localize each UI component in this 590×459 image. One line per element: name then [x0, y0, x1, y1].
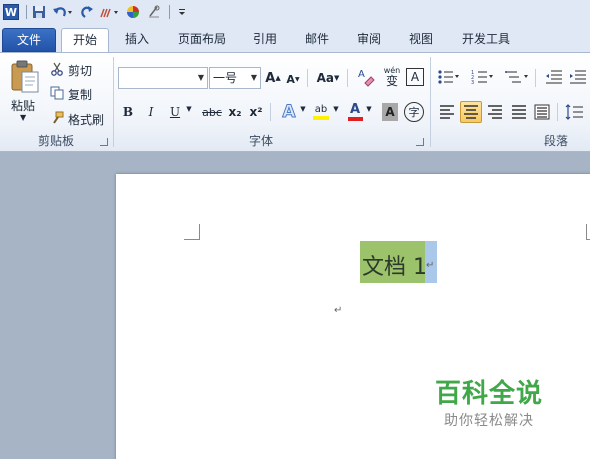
decrease-indent-icon[interactable]	[545, 67, 563, 87]
scissors-icon[interactable]	[50, 62, 64, 76]
font-size-dropdown-icon[interactable]: ▼	[251, 68, 257, 88]
group-separator	[347, 69, 348, 87]
multilevel-list-icon[interactable]	[505, 67, 529, 87]
paragraph-mark: ↵	[426, 260, 435, 271]
undo-icon[interactable]	[51, 3, 75, 21]
justify-icon[interactable]	[509, 102, 529, 122]
group-separator	[557, 103, 558, 121]
watermark-slogan: 助你轻松解决	[444, 413, 534, 429]
strikethrough-icon[interactable]: abc	[201, 103, 223, 121]
tab-developer[interactable]: 开发工具	[455, 28, 517, 52]
qat-separator	[26, 5, 27, 19]
paste-icon[interactable]	[8, 59, 42, 95]
ribbon-tabs: 文件 开始 插入 页面布局 引用 邮件 审阅 视图 开发工具	[0, 24, 590, 53]
empty-paragraph-mark: ↵	[334, 305, 343, 316]
font-launcher-icon[interactable]	[416, 138, 424, 146]
tab-page-layout[interactable]: 页面布局	[172, 28, 232, 52]
quick-access-toolbar: W	[0, 0, 590, 24]
save-icon[interactable]	[30, 3, 48, 21]
clipboard-launcher-icon[interactable]	[100, 138, 108, 146]
tab-review[interactable]: 审阅	[350, 28, 388, 52]
crop-mark-left	[184, 224, 200, 240]
character-shading-icon[interactable]: A	[382, 103, 398, 121]
align-center-icon[interactable]	[460, 101, 482, 123]
superscript-icon[interactable]: x²	[248, 103, 264, 121]
font-group: ▼ 一号 ▼ A ▲ A ▼ Aa ▼ A wén 变 A B I U ▼ abc x…	[114, 53, 430, 152]
tab-references[interactable]: 引用	[246, 28, 284, 52]
paragraph-group-label: 段落	[543, 134, 568, 148]
copy-button[interactable]: 复制	[68, 86, 92, 103]
enclose-characters-icon[interactable]: 字	[404, 102, 424, 122]
font-size-value: 一号	[213, 71, 238, 85]
align-right-icon[interactable]	[485, 102, 505, 122]
format-painter-brush-icon[interactable]	[50, 111, 64, 125]
font-name-dropdown-icon[interactable]: ▼	[198, 68, 204, 88]
font-group-label: 字体	[248, 134, 273, 148]
bullets-icon[interactable]	[437, 67, 459, 87]
paste-button[interactable]: 粘贴	[11, 97, 35, 114]
group-separator	[270, 103, 271, 121]
svg-text:3: 3	[471, 80, 474, 85]
group-separator	[535, 69, 536, 87]
phonetic-guide-icon[interactable]: wén 变	[382, 65, 402, 87]
format-painter-icon[interactable]	[99, 3, 121, 21]
paragraph-group: 123 段落	[431, 53, 590, 152]
numbering-icon[interactable]: 123	[471, 67, 493, 87]
svg-text:A: A	[358, 69, 365, 80]
clear-formatting-icon[interactable]: A	[357, 67, 375, 87]
format-painter-button[interactable]: 格式刷	[68, 111, 104, 128]
qat-separator	[169, 5, 170, 19]
paste-dropdown-arrow-icon[interactable]: ▼	[20, 113, 26, 122]
tab-home[interactable]: 开始	[61, 28, 109, 53]
italic-icon[interactable]: I	[143, 103, 159, 121]
underline-icon[interactable]: U	[167, 103, 183, 121]
highlight-dropdown-icon[interactable]: ▼	[332, 105, 340, 113]
character-border-icon[interactable]: A	[406, 68, 424, 86]
bold-icon[interactable]: B	[120, 103, 136, 121]
tab-insert[interactable]: 插入	[118, 28, 156, 52]
clipboard-group-label: 剪贴板	[37, 134, 74, 148]
customize-toolbar-icon[interactable]	[173, 3, 191, 21]
color-wheel-icon[interactable]	[124, 3, 142, 21]
line-spacing-icon[interactable]	[565, 102, 587, 122]
tab-view[interactable]: 视图	[402, 28, 440, 52]
clipboard-group: 粘贴 ▼ 剪切 复制 格式刷 剪贴板	[0, 53, 112, 152]
highlight-icon[interactable]: ab	[311, 102, 331, 122]
align-left-icon[interactable]	[437, 102, 457, 122]
clear-format-icon[interactable]	[145, 3, 163, 21]
change-case-icon[interactable]: Aa ▼	[314, 69, 342, 87]
document-title-text[interactable]: 文档 1	[360, 241, 429, 283]
cut-button[interactable]: 剪切	[68, 62, 92, 79]
font-color-dropdown-icon[interactable]: ▼	[365, 105, 373, 113]
copy-icon[interactable]	[50, 86, 64, 100]
text-effects-dropdown-icon[interactable]: ▼	[299, 105, 307, 113]
underline-dropdown-icon[interactable]: ▼	[185, 105, 193, 113]
font-size-combo[interactable]: 一号 ▼	[209, 67, 261, 89]
grow-font-icon[interactable]: A ▲	[265, 69, 281, 87]
shrink-font-icon[interactable]: A ▼	[286, 71, 300, 87]
ribbon: 粘贴 ▼ 剪切 复制 格式刷 剪贴板 ▼ 一号 ▼ A ▲ A ▼ Aa ▼ A…	[0, 52, 590, 152]
increase-indent-icon[interactable]	[569, 67, 587, 87]
crop-mark-right	[586, 224, 590, 240]
distributed-icon[interactable]	[532, 102, 552, 122]
group-separator	[307, 69, 308, 87]
font-name-combo[interactable]: ▼	[118, 67, 208, 89]
tab-file[interactable]: 文件	[2, 28, 56, 52]
watermark-brand: 百科全说	[435, 379, 544, 409]
subscript-icon[interactable]: x₂	[227, 103, 243, 121]
font-color-icon[interactable]: A	[346, 102, 364, 122]
redo-icon[interactable]	[78, 3, 96, 21]
tab-mailings[interactable]: 邮件	[298, 28, 336, 52]
text-effects-icon[interactable]: A	[280, 102, 298, 123]
word-app-icon[interactable]: W	[2, 3, 20, 21]
